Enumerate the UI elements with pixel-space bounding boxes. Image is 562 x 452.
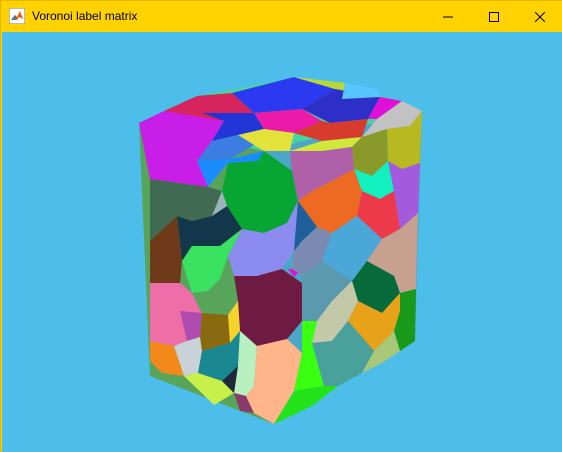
voronoi-cube-plot: [139, 77, 422, 424]
voronoi-cell: [342, 83, 380, 99]
figure-canvas[interactable]: [2, 32, 562, 452]
title-bar[interactable]: Voronoi label matrix: [1, 1, 562, 32]
close-icon: [535, 11, 545, 22]
matlab-icon: [8, 7, 26, 25]
maximize-icon: [489, 11, 499, 22]
window-title: Voronoi label matrix: [32, 9, 138, 23]
minimize-icon: [443, 16, 453, 17]
matlab-figure-window: Voronoi label matrix: [0, 0, 562, 452]
minimize-button[interactable]: [425, 1, 471, 32]
close-button[interactable]: [517, 1, 562, 32]
maximize-button[interactable]: [471, 1, 517, 32]
